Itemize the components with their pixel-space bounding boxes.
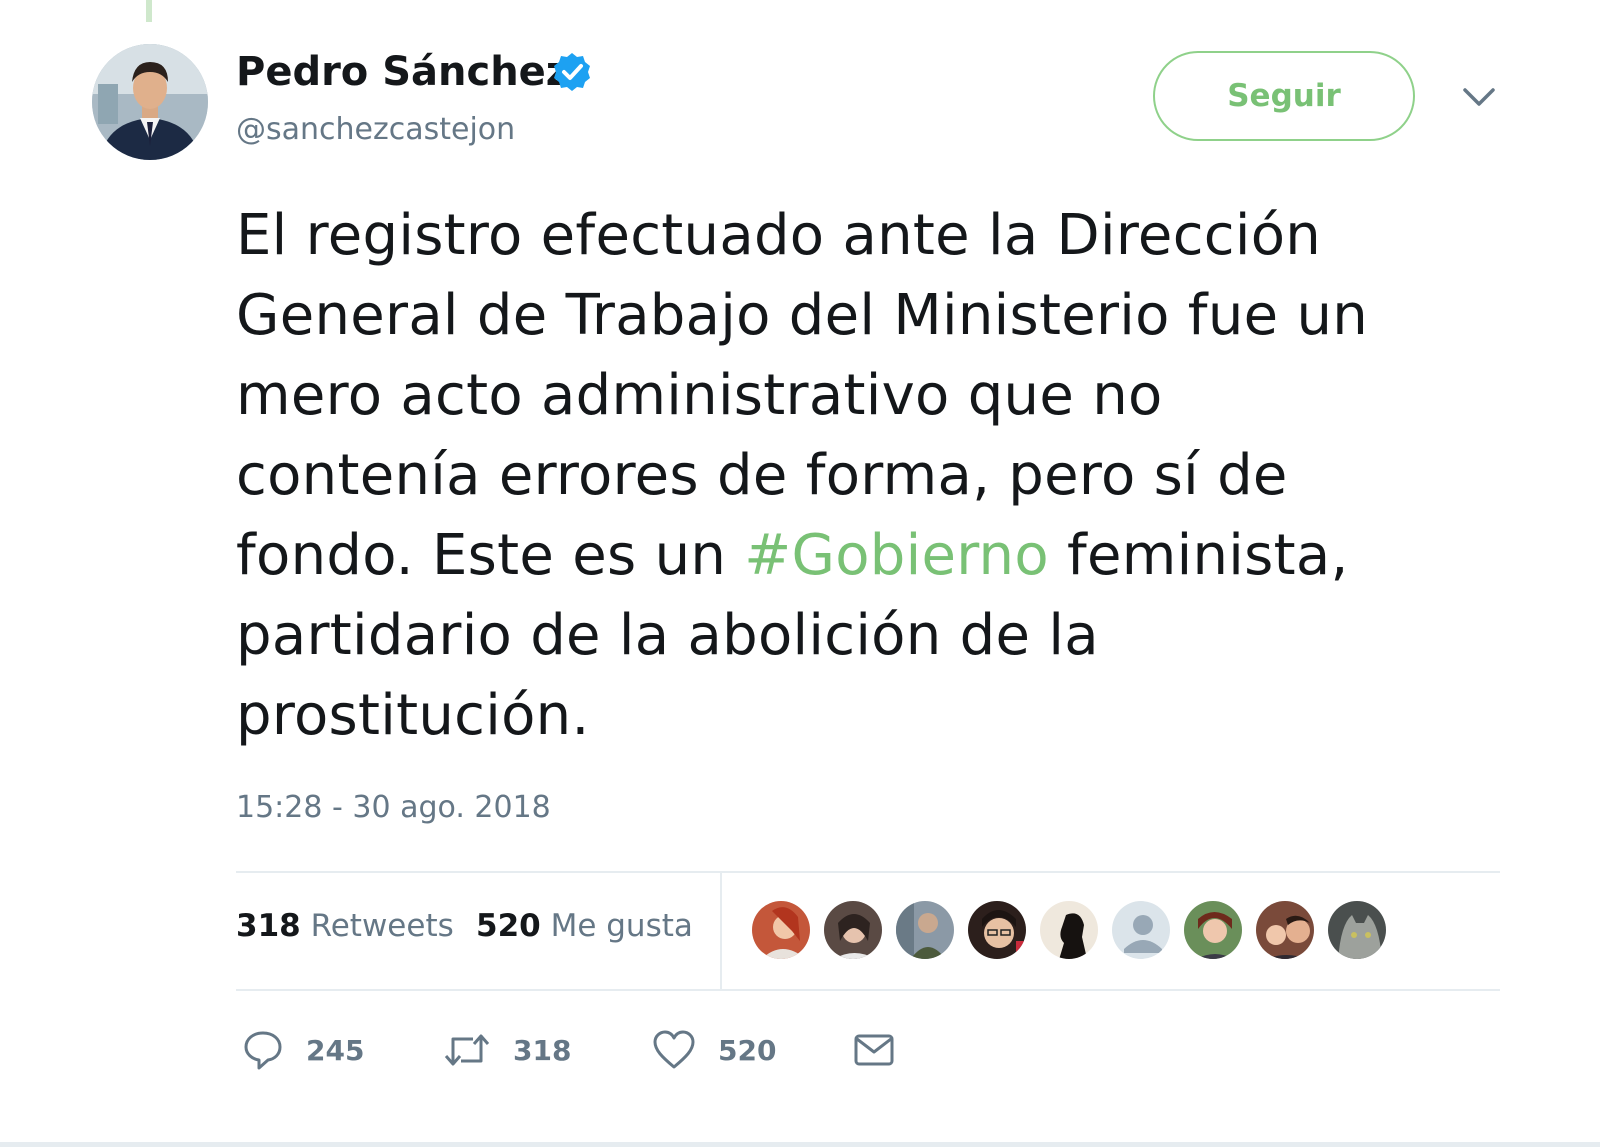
author-avatar[interactable] [92,44,208,160]
reply-count: 245 [306,1033,365,1067]
verified-badge-icon [554,53,590,91]
tweet-text-line: El registro efectuado ante la Dirección [236,203,1322,268]
retweet-icon [444,1034,490,1066]
likes-count: 520 [476,908,541,944]
liker-avatar[interactable] [822,899,884,961]
tweet-text-segment: fondo. Este es un [236,523,745,588]
tweet-text-segment: feminista, [1048,523,1349,588]
liker-avatar[interactable] [1326,899,1388,961]
liker-avatar[interactable] [1038,899,1100,961]
likes-stat[interactable]: 520 Me gusta [476,906,693,946]
follow-button[interactable]: Seguir [1153,51,1415,141]
chevron-down-icon[interactable] [1459,80,1499,114]
liker-avatar[interactable] [750,899,812,961]
retweet-count: 318 [513,1033,572,1067]
tweet-text-line: fondo. Este es un #Gobierno feminista, [236,516,1536,596]
retweets-label: Retweets [310,908,454,944]
likes-label: Me gusta [550,908,693,944]
hashtag-link[interactable]: #Gobierno [744,523,1049,588]
liker-avatar[interactable] [1110,899,1172,961]
like-count: 520 [718,1033,777,1067]
reply-button[interactable]: 245 [242,1026,364,1074]
tweet-text-line: prostitución. [236,683,590,748]
tweet-text-line: contenía errores de forma, pero sí de [236,443,1288,508]
retweets-count: 318 [236,908,301,944]
liker-avatar[interactable] [1182,899,1244,961]
retweets-stat[interactable]: 318 Retweets [236,906,454,946]
like-button[interactable]: 520 [652,1026,776,1074]
tweet-text-line: mero acto administrativo que no [236,363,1163,428]
tweet-text: El registro efectuado ante la Dirección … [236,196,1536,756]
liker-avatar[interactable] [1254,899,1316,961]
tweet-text-line: General de Trabajo del Ministerio fue un [236,283,1369,348]
reply-icon [244,1031,282,1070]
tweet-timestamp[interactable]: 15:28 - 30 ago. 2018 [236,788,551,828]
stats-divider [720,871,722,991]
bottom-separator [0,1142,1600,1147]
divider [236,989,1500,991]
author-name[interactable]: Pedro Sánchez [236,48,569,96]
direct-message-button[interactable] [853,1026,895,1074]
thread-connector-line [146,0,152,22]
liker-avatar[interactable] [966,899,1028,961]
envelope-icon [854,1034,894,1066]
retweet-button[interactable]: 318 [443,1026,571,1074]
divider [236,871,1500,873]
heart-icon [653,1030,695,1069]
liker-avatar[interactable] [894,899,956,961]
author-handle[interactable]: @sanchezcastejon [236,111,515,149]
tweet-text-line: partidario de la abolición de la [236,603,1099,668]
